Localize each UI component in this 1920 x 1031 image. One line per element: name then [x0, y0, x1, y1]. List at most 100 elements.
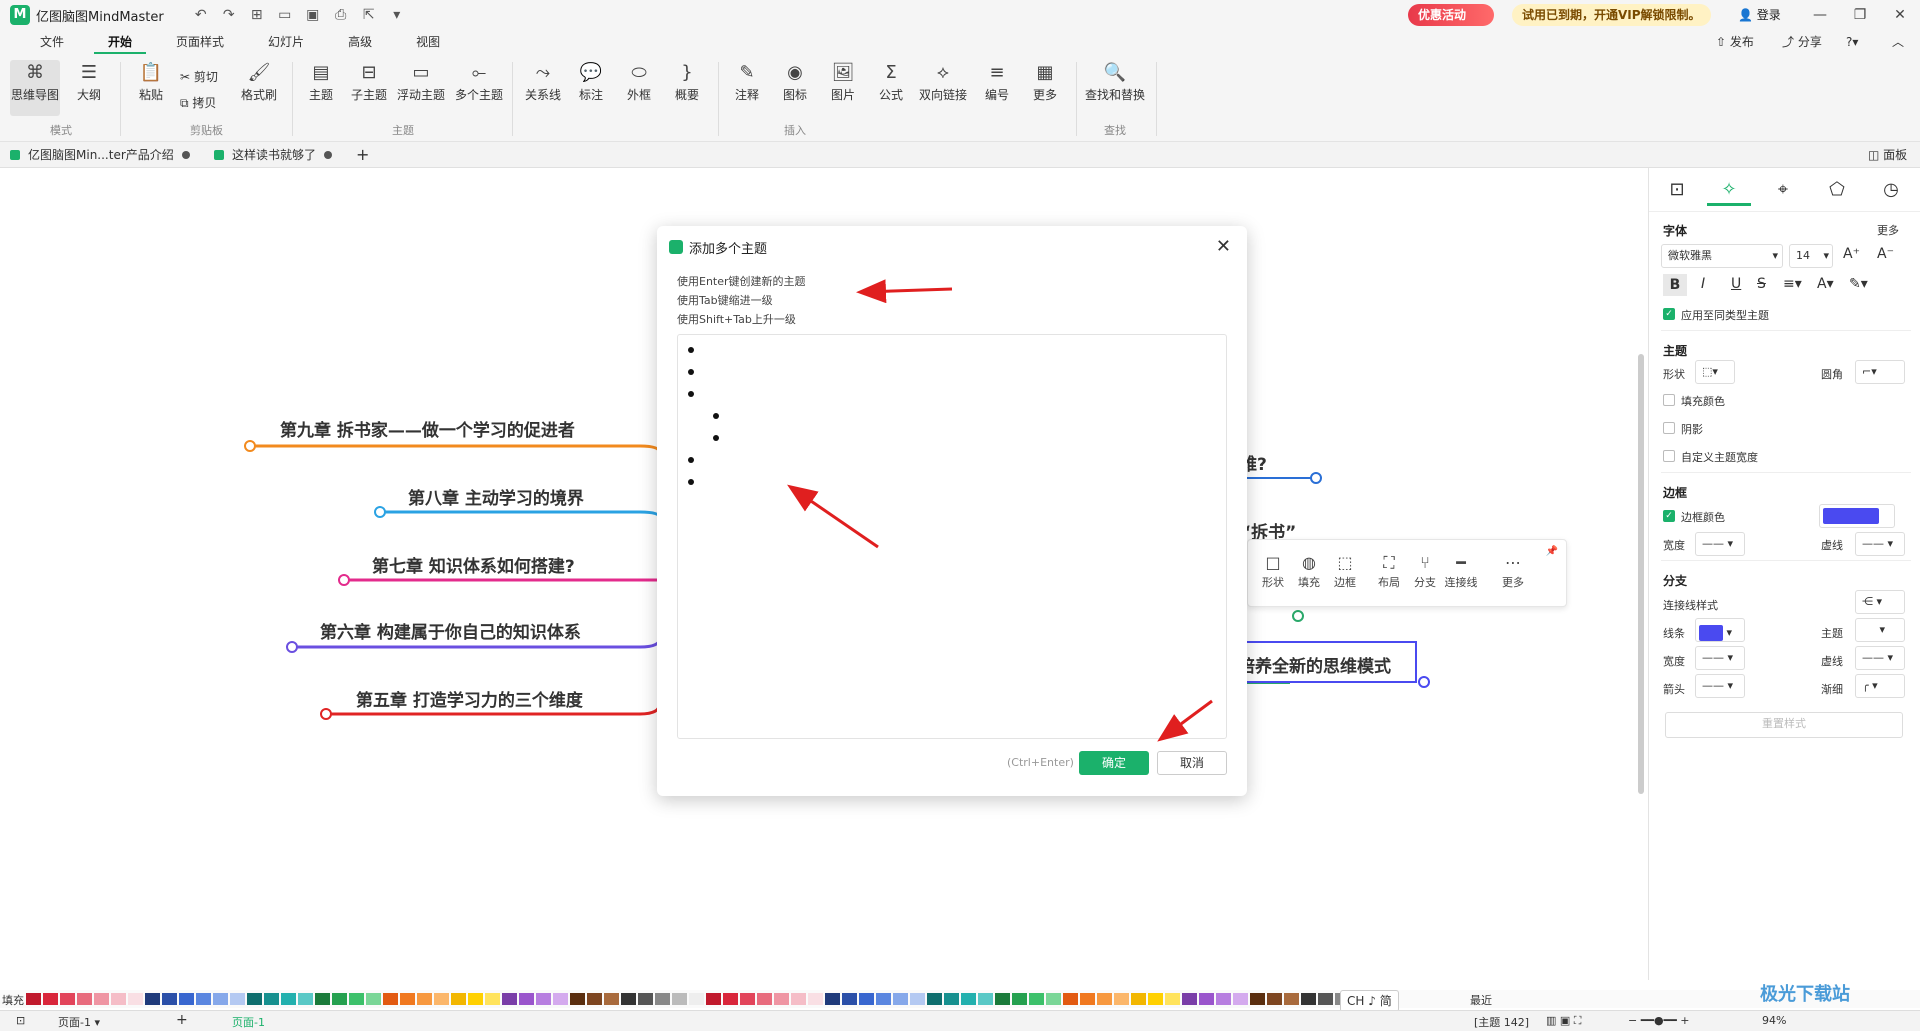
shadow-checkbox[interactable]: [1663, 422, 1675, 434]
reset-style-button[interactable]: 重置样式: [1665, 712, 1903, 738]
custom-width-checkbox[interactable]: [1663, 450, 1675, 462]
branch-topic-select[interactable]: ▾: [1855, 618, 1905, 642]
color-swatch[interactable]: [1114, 993, 1129, 1005]
color-swatch[interactable]: [332, 993, 347, 1005]
color-swatch[interactable]: [230, 993, 245, 1005]
color-swatch[interactable]: [485, 993, 500, 1005]
page-tab[interactable]: 页面-1: [232, 1014, 265, 1030]
color-swatch[interactable]: [842, 993, 857, 1005]
increase-font-icon[interactable]: A⁺: [1843, 246, 1860, 262]
color-swatch[interactable]: [519, 993, 534, 1005]
color-swatch[interactable]: [621, 993, 636, 1005]
color-swatch[interactable]: [1097, 993, 1112, 1005]
color-swatch[interactable]: [213, 993, 228, 1005]
font-size-select[interactable]: 14 ▾: [1789, 244, 1833, 268]
color-swatch[interactable]: [876, 993, 891, 1005]
connector-style-select[interactable]: ⋲ ▾: [1855, 590, 1905, 614]
corner-select[interactable]: ⌐▾: [1855, 360, 1905, 384]
color-swatch[interactable]: [859, 993, 874, 1005]
color-swatch[interactable]: [281, 993, 296, 1005]
color-swatch[interactable]: [128, 993, 143, 1005]
page-panel-icon[interactable]: ⊡: [16, 1014, 25, 1027]
color-swatch[interactable]: [417, 993, 432, 1005]
color-swatch[interactable]: [1063, 993, 1078, 1005]
underline-icon[interactable]: U: [1731, 276, 1741, 292]
font-family-select[interactable]: 微软雅黑 ▾: [1661, 244, 1783, 268]
strikethrough-icon[interactable]: S: [1757, 276, 1766, 292]
color-swatch[interactable]: [689, 993, 704, 1005]
color-swatch[interactable]: [179, 993, 194, 1005]
tab-history[interactable]: ◷: [1869, 174, 1913, 206]
color-swatch[interactable]: [1165, 993, 1180, 1005]
color-swatch[interactable]: [247, 993, 262, 1005]
color-swatch[interactable]: [298, 993, 313, 1005]
add-page-icon[interactable]: +: [176, 1012, 188, 1028]
color-swatch[interactable]: [927, 993, 942, 1005]
color-swatch[interactable]: [111, 993, 126, 1005]
color-swatch[interactable]: [1233, 993, 1248, 1005]
zoom-slider[interactable]: − ━━●━━ +: [1628, 1014, 1690, 1027]
color-swatch[interactable]: [825, 993, 840, 1005]
color-swatch[interactable]: [944, 993, 959, 1005]
color-swatch[interactable]: [1318, 993, 1333, 1005]
color-swatch[interactable]: [1199, 993, 1214, 1005]
color-swatch[interactable]: [757, 993, 772, 1005]
color-swatch[interactable]: [502, 993, 517, 1005]
color-swatch[interactable]: [723, 993, 738, 1005]
color-swatch[interactable]: [1131, 993, 1146, 1005]
color-swatch[interactable]: [1250, 993, 1265, 1005]
branch-dash-select[interactable]: —— ▾: [1855, 646, 1905, 670]
color-swatch[interactable]: [468, 993, 483, 1005]
color-swatch[interactable]: [196, 993, 211, 1005]
font-more-link[interactable]: 更多: [1877, 222, 1899, 238]
font-color-icon[interactable]: A▾: [1817, 276, 1834, 292]
color-swatch[interactable]: [43, 993, 58, 1005]
color-swatch[interactable]: [570, 993, 585, 1005]
arrow-select[interactable]: —— ▾: [1695, 674, 1745, 698]
view-icons[interactable]: ▥ ▣ ⛶: [1546, 1014, 1581, 1028]
color-swatch[interactable]: [553, 993, 568, 1005]
color-swatch[interactable]: [77, 993, 92, 1005]
color-swatch[interactable]: [638, 993, 653, 1005]
color-swatch[interactable]: [1012, 993, 1027, 1005]
color-swatch[interactable]: [1080, 993, 1095, 1005]
color-swatch[interactable]: [910, 993, 925, 1005]
color-swatch[interactable]: [400, 993, 415, 1005]
color-swatch[interactable]: [655, 993, 670, 1005]
color-swatch[interactable]: [26, 993, 41, 1005]
color-swatch[interactable]: [604, 993, 619, 1005]
page-select[interactable]: 页面-1 ▾: [58, 1014, 100, 1030]
color-swatch[interactable]: [1029, 993, 1044, 1005]
branch-width-select[interactable]: —— ▾: [1695, 646, 1745, 670]
color-swatch[interactable]: [1182, 993, 1197, 1005]
color-swatch[interactable]: [145, 993, 160, 1005]
tab-icon[interactable]: ⌖: [1761, 174, 1805, 206]
color-swatch[interactable]: [1148, 993, 1163, 1005]
border-width-select[interactable]: —— ▾: [1695, 532, 1745, 556]
color-swatch[interactable]: [740, 993, 755, 1005]
color-swatch[interactable]: [978, 993, 993, 1005]
color-swatch[interactable]: [672, 993, 687, 1005]
bold-icon[interactable]: B: [1663, 274, 1687, 296]
color-swatch[interactable]: [434, 993, 449, 1005]
color-swatch[interactable]: [536, 993, 551, 1005]
color-swatch[interactable]: [383, 993, 398, 1005]
color-swatch[interactable]: [1216, 993, 1231, 1005]
line-color-select[interactable]: ▾: [1695, 618, 1745, 642]
color-swatch[interactable]: [1284, 993, 1299, 1005]
tab-page-format[interactable]: ⊡: [1655, 174, 1699, 206]
italic-icon[interactable]: I: [1701, 276, 1705, 292]
color-swatch[interactable]: [162, 993, 177, 1005]
color-swatch[interactable]: [315, 993, 330, 1005]
color-swatch[interactable]: [808, 993, 823, 1005]
tab-style[interactable]: ✧: [1707, 174, 1751, 206]
border-color-select[interactable]: [1819, 504, 1895, 528]
color-swatch[interactable]: [366, 993, 381, 1005]
color-swatch[interactable]: [451, 993, 466, 1005]
color-swatch[interactable]: [94, 993, 109, 1005]
color-swatch[interactable]: [893, 993, 908, 1005]
border-color-checkbox[interactable]: ✓: [1663, 510, 1675, 522]
border-dash-select[interactable]: —— ▾: [1855, 532, 1905, 556]
color-swatch[interactable]: [1046, 993, 1061, 1005]
fill-color-checkbox[interactable]: [1663, 394, 1675, 406]
